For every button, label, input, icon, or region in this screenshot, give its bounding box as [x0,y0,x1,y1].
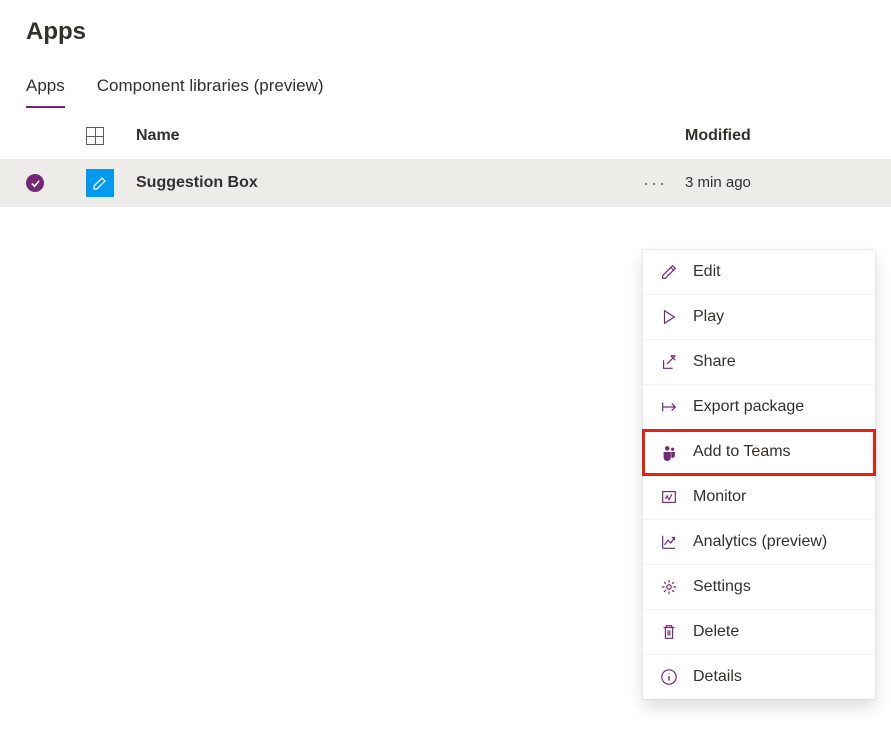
table-header: Name Modified [0,109,891,159]
menu-delete[interactable]: Delete [643,610,875,655]
menu-details[interactable]: Details [643,655,875,699]
app-icon [86,169,114,197]
column-name[interactable]: Name [136,127,625,145]
selection-checkmark-icon[interactable] [26,174,44,192]
menu-monitor[interactable]: Monitor [643,475,875,520]
monitor-icon [659,487,679,507]
menu-analytics[interactable]: Analytics (preview) [643,520,875,565]
context-menu: Edit Play Share Export package Add to Te… [643,250,875,699]
menu-item-label: Settings [693,578,751,596]
menu-item-label: Edit [693,263,721,281]
menu-item-label: Monitor [693,488,746,506]
menu-item-label: Play [693,308,724,326]
menu-play[interactable]: Play [643,295,875,340]
menu-add-to-teams[interactable]: Add to Teams [643,430,875,475]
edit-icon [659,262,679,282]
menu-item-label: Share [693,353,736,371]
delete-icon [659,622,679,642]
details-icon [659,667,679,687]
menu-edit[interactable]: Edit [643,250,875,295]
menu-item-label: Delete [693,623,739,641]
menu-item-label: Add to Teams [693,443,791,461]
app-name: Suggestion Box [136,174,258,191]
tab-component-libraries[interactable]: Component libraries (preview) [97,76,324,108]
grid-view-toggle[interactable] [86,127,136,145]
export-icon [659,397,679,417]
more-actions-button[interactable]: ··· [641,173,669,194]
page-title: Apps [0,0,891,56]
menu-export[interactable]: Export package [643,385,875,430]
menu-item-label: Analytics (preview) [693,533,827,551]
table-row[interactable]: Suggestion Box ··· 3 min ago [0,159,891,207]
tabs: Apps Component libraries (preview) [0,56,891,109]
column-modified[interactable]: Modified [685,127,865,145]
share-icon [659,352,679,372]
menu-item-label: Details [693,668,742,686]
play-icon [659,307,679,327]
menu-share[interactable]: Share [643,340,875,385]
analytics-icon [659,532,679,552]
menu-item-label: Export package [693,398,804,416]
grid-icon [86,127,104,145]
teams-icon [659,442,679,462]
settings-icon [659,577,679,597]
tab-apps[interactable]: Apps [26,76,65,108]
modified-time: 3 min ago [685,174,751,191]
menu-settings[interactable]: Settings [643,565,875,610]
